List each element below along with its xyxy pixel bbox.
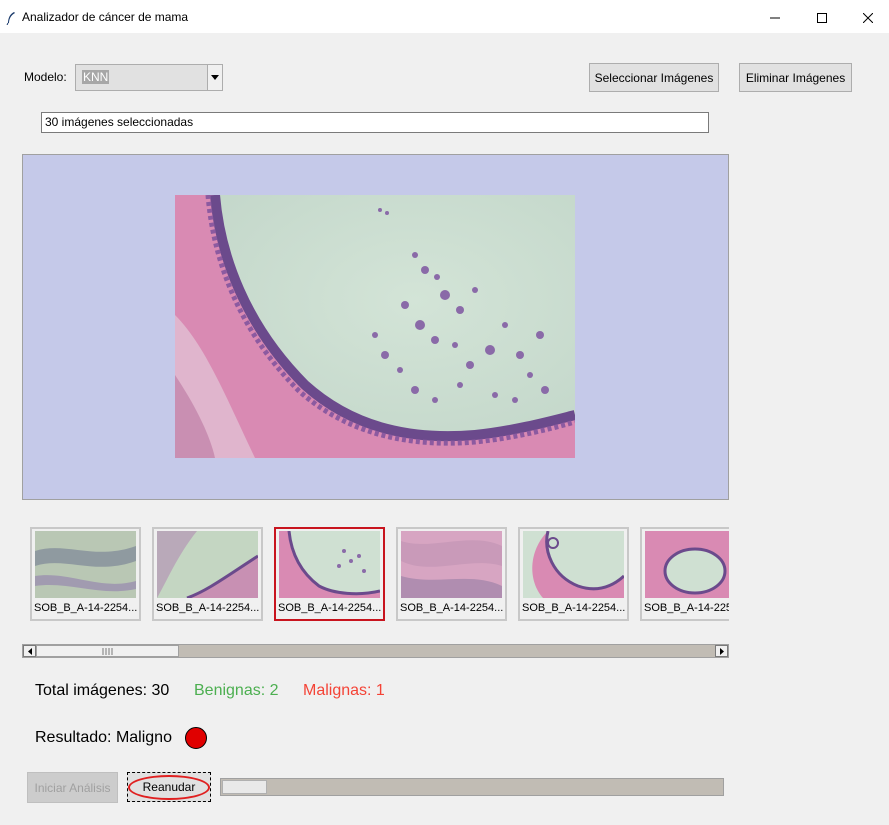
result-label: Resultado: Maligno xyxy=(35,729,172,746)
window-title: Analizador de cáncer de mama xyxy=(22,10,189,24)
thumbnail-caption: SOB_B_A-14-2254... xyxy=(278,602,382,614)
thumbnail-strip: SOB_B_A-14-2254... SOB_B_A-14-2254... SO… xyxy=(22,520,729,644)
model-combobox[interactable]: KNN xyxy=(75,64,223,91)
thumbnail-image xyxy=(523,531,624,598)
model-label: Modelo: xyxy=(24,70,67,84)
thumbnail-image xyxy=(35,531,136,598)
arrow-left-icon[interactable] xyxy=(23,645,36,657)
resume-button[interactable]: Reanudar xyxy=(127,772,211,802)
close-icon xyxy=(862,8,874,27)
main-histology-image xyxy=(175,195,575,458)
thumbnail-image xyxy=(401,531,502,598)
thumbnail-caption: SOB_B_A-14-2254... xyxy=(522,602,626,614)
scrollbar-thumb[interactable] xyxy=(36,645,179,657)
thumbnail-image xyxy=(157,531,258,598)
thumbnail-caption: SOB_B_A-14-2254... xyxy=(400,602,504,614)
start-analysis-button[interactable]: Iniciar Análisis xyxy=(27,772,118,803)
thumbnail-scrollbar[interactable] xyxy=(22,644,729,658)
thumbnail-item[interactable]: SOB_B_A-14-225 xyxy=(640,527,729,621)
thumbnail-caption: SOB_B_A-14-2254... xyxy=(156,602,260,614)
select-images-button[interactable]: Seleccionar Imágenes xyxy=(589,63,719,92)
progress-fill xyxy=(222,780,267,794)
total-images-label: Total imágenes: 30 xyxy=(35,682,170,699)
minimize-button[interactable] xyxy=(752,1,798,33)
close-button[interactable] xyxy=(845,1,889,33)
status-entry[interactable]: 30 imágenes seleccionadas xyxy=(41,112,709,133)
maximize-button[interactable] xyxy=(799,1,845,33)
malignant-count-label: Malignas: 1 xyxy=(303,682,385,699)
result-indicator xyxy=(185,727,207,749)
delete-images-button[interactable]: Eliminar Imágenes xyxy=(739,63,852,92)
resume-button-label: Reanudar xyxy=(142,780,196,794)
benign-count-label: Benignas: 2 xyxy=(194,682,279,699)
minimize-icon xyxy=(770,8,780,27)
thumbnail-caption: SOB_B_A-14-225 xyxy=(644,602,729,614)
thumbnail-item[interactable]: SOB_B_A-14-2254... xyxy=(396,527,507,621)
thumbnail-item[interactable]: SOB_B_A-14-2254... xyxy=(152,527,263,621)
analysis-progress-bar xyxy=(220,778,724,796)
chevron-down-icon[interactable] xyxy=(207,65,222,90)
arrow-right-icon[interactable] xyxy=(715,645,728,657)
thumbnail-caption: SOB_B_A-14-2254... xyxy=(34,602,138,614)
maximize-icon xyxy=(817,8,827,27)
thumbnail-item-selected[interactable]: SOB_B_A-14-2254... xyxy=(274,527,385,621)
thumbnail-image xyxy=(645,531,729,598)
app-window: Analizador de cáncer de mama Modelo: KNN… xyxy=(0,0,889,825)
model-selected-value: KNN xyxy=(82,70,110,84)
thumbnail-item[interactable]: SOB_B_A-14-2254... xyxy=(30,527,141,621)
thumbnail-item[interactable]: SOB_B_A-14-2254... xyxy=(518,527,629,621)
image-preview-canvas xyxy=(22,154,729,500)
feather-icon xyxy=(6,10,16,29)
thumbnail-image xyxy=(279,531,380,598)
title-bar: Analizador de cáncer de mama xyxy=(0,1,889,33)
